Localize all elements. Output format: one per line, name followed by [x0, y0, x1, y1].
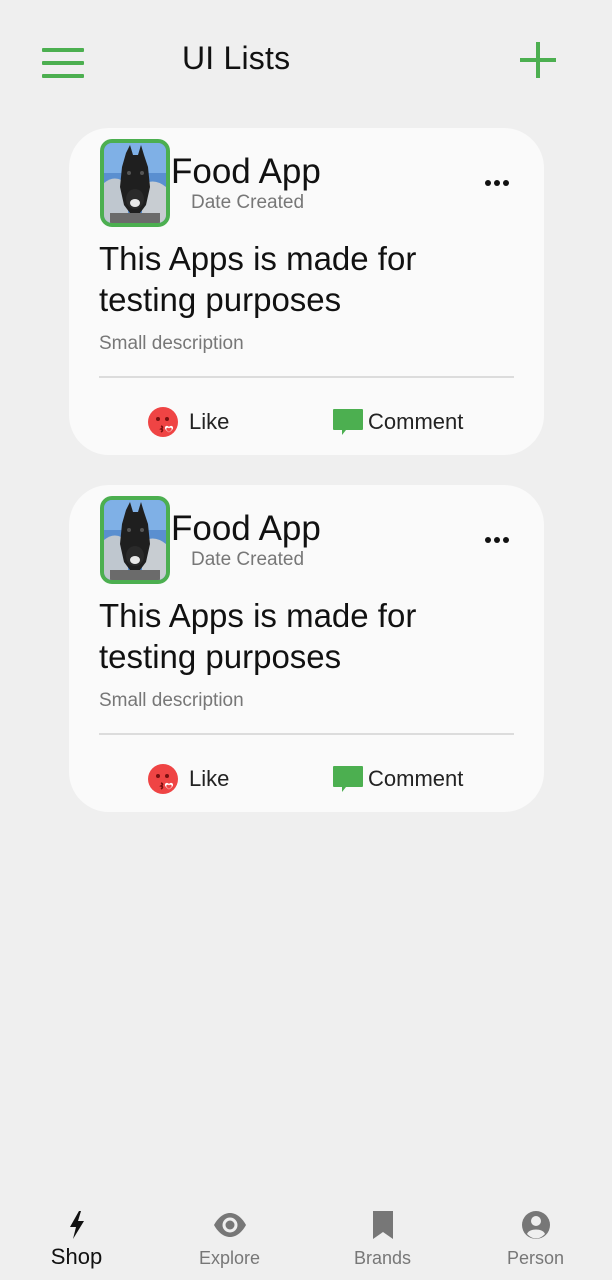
card-date: Date Created [191, 192, 305, 213]
more-dot-icon [494, 180, 500, 186]
more-dot-icon [503, 537, 509, 543]
more-dot-icon [485, 537, 491, 543]
like-button[interactable]: Like [147, 404, 229, 440]
post-card: Food App Date Created This Apps is made … [69, 485, 544, 812]
avatar[interactable] [100, 496, 170, 584]
add-button[interactable] [518, 40, 558, 80]
divider [99, 733, 514, 735]
more-dot-icon [494, 537, 500, 543]
more-options-button[interactable] [483, 174, 511, 192]
menu-icon-bar [42, 61, 84, 65]
card-date: Date Created [191, 549, 305, 570]
nav-label: Explore [198, 1248, 261, 1268]
card-description: Small description [99, 690, 244, 711]
app-header: UI Lists [0, 0, 612, 120]
nav-item-brands[interactable]: Brands [306, 1196, 459, 1280]
bookmark-icon [372, 1211, 393, 1239]
comment-icon [333, 409, 363, 435]
card-headline: This Apps is made for testing purposes [99, 240, 417, 318]
more-dot-icon [503, 180, 509, 186]
bottom-navigation: Shop Explore Brands Person [0, 1196, 612, 1280]
comment-icon [333, 766, 363, 792]
card-title: Food App [171, 152, 321, 191]
person-icon [521, 1211, 550, 1239]
like-button[interactable]: Like [147, 761, 229, 797]
comment-label: Comment [368, 766, 464, 791]
nav-label: Brands [353, 1248, 412, 1268]
bolt-icon [69, 1211, 84, 1239]
eye-icon [213, 1213, 246, 1237]
post-card: Food App Date Created This Apps is made … [69, 128, 544, 455]
nav-item-explore[interactable]: Explore [153, 1196, 306, 1280]
menu-icon-bar [42, 48, 84, 52]
card-description: Small description [99, 333, 244, 354]
kiss-face-icon [148, 407, 178, 437]
menu-button[interactable] [42, 48, 84, 80]
comment-button[interactable]: Comment [332, 761, 463, 797]
divider [99, 376, 514, 378]
comment-label: Comment [368, 409, 464, 434]
menu-icon-bar [42, 74, 84, 78]
card-headline: This Apps is made for testing purposes [99, 597, 417, 675]
nav-item-shop[interactable]: Shop [0, 1196, 153, 1280]
avatar[interactable] [100, 139, 170, 227]
page-title: UI Lists [182, 40, 291, 76]
horse-photo-icon [104, 500, 166, 580]
kiss-face-icon [148, 764, 178, 794]
card-title: Food App [171, 509, 321, 548]
nav-label: Shop [50, 1244, 103, 1269]
nav-label: Person [506, 1248, 565, 1268]
like-label: Like [189, 409, 230, 434]
horse-photo-icon [104, 143, 166, 223]
more-dot-icon [485, 180, 491, 186]
more-options-button[interactable] [483, 531, 511, 549]
comment-button[interactable]: Comment [332, 404, 463, 440]
like-label: Like [189, 766, 230, 791]
nav-item-person[interactable]: Person [459, 1196, 612, 1280]
